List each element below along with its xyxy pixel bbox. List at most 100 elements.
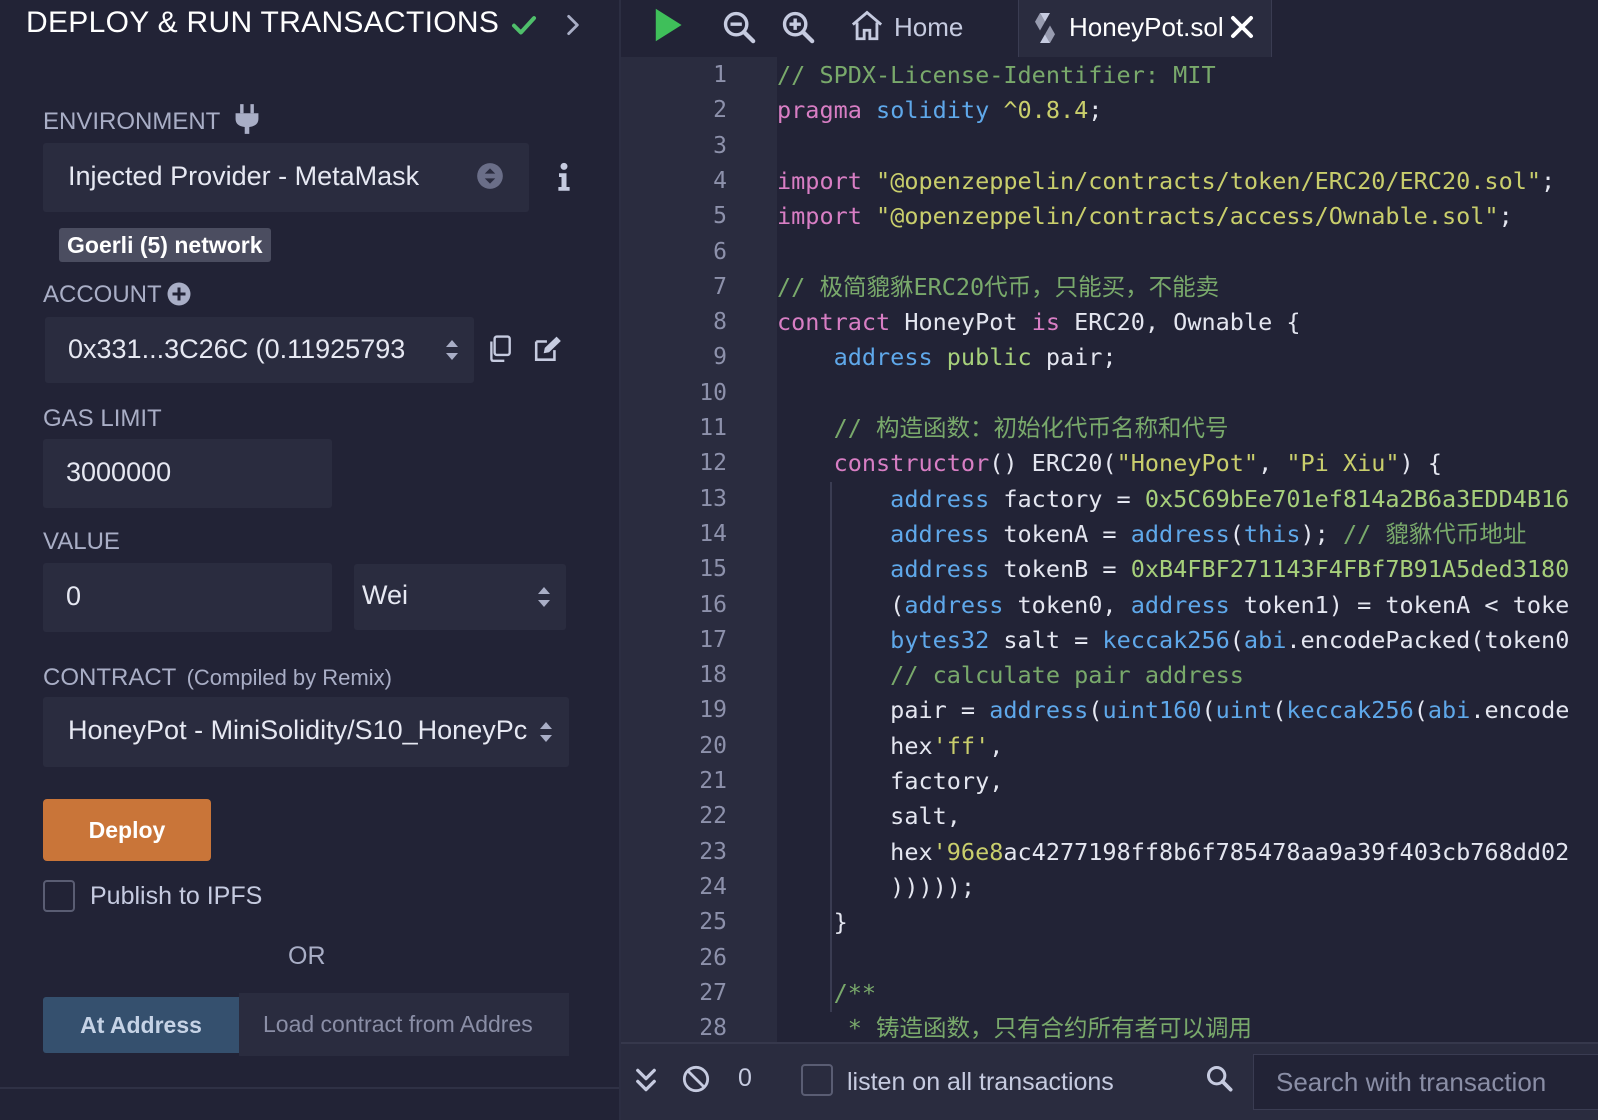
code-token: 0x5C69bEe701ef814a2B6a3EDD4B16 xyxy=(1144,484,1570,513)
code-line: // 极简貔貅ERC20代币，只能买，不能卖 xyxy=(777,270,1219,305)
plug-icon[interactable] xyxy=(233,103,261,135)
line-number: 13 xyxy=(699,485,727,512)
line-number: 16 xyxy=(699,591,727,618)
line-number: 7 xyxy=(713,273,727,300)
code-token: // 貔貅代币地址 xyxy=(1342,519,1527,548)
line-number: 17 xyxy=(699,626,727,653)
publish-ipfs-checkbox[interactable] xyxy=(43,880,75,912)
tab-honeypot-sol[interactable]: HoneyPot.sol xyxy=(1018,0,1272,57)
zoom-in-icon[interactable] xyxy=(781,10,815,44)
line-number: 23 xyxy=(699,838,727,865)
code-line: bytes32 salt = keccak256(abi.encodePacke… xyxy=(777,623,1569,658)
line-number: 21 xyxy=(699,768,727,794)
code-editor[interactable]: 1 2 3 4 5 6 7 8 9 10 11 12 13 14 15 16 17 18 19 20 21 22 23 24 2… xyxy=(621,57,1598,1042)
contract-label-text: CONTRACT xyxy=(43,664,176,691)
code-token: hex xyxy=(777,837,933,866)
code-token: ))))); xyxy=(777,872,976,901)
code-token: tokenA = xyxy=(1003,519,1131,548)
line-number: 2 xyxy=(713,97,727,124)
gas-limit-value: 3000000 xyxy=(66,457,172,487)
code-token: uint xyxy=(1215,696,1273,725)
code-line: hex'96e8ac4277198ff8b6f785478aa9a39f403c… xyxy=(777,835,1569,870)
value-unit-select[interactable]: Wei xyxy=(354,564,566,630)
tab-honeypot-label: HoneyPot.sol xyxy=(1069,12,1224,42)
code-line: // SPDX-License-Identifier: MIT xyxy=(777,58,1216,93)
code-token: ; xyxy=(1088,96,1103,125)
gas-limit-input[interactable]: 3000000 xyxy=(43,439,332,508)
line-number: 4 xyxy=(713,167,727,194)
tab-home-label: Home xyxy=(894,12,964,42)
code-token: pair = xyxy=(777,696,990,725)
search-icon[interactable] xyxy=(1205,1064,1233,1092)
code-line: constructor() ERC20("HoneyPot", "Pi Xiu"… xyxy=(777,446,1442,481)
code-line: address tokenB = 0xB4FBF271143F4FBf7B91A… xyxy=(777,552,1569,587)
contract-select[interactable]: HoneyPot - MiniSolidity/S10_HoneyPc xyxy=(43,697,569,767)
code-token: keccak256 xyxy=(1286,696,1414,725)
info-icon[interactable] xyxy=(554,162,574,192)
load-contract-input[interactable] xyxy=(239,993,569,1056)
terminal-bar: 0 listen on all transactions xyxy=(621,1042,1598,1120)
publish-ipfs-label: Publish to IPFS xyxy=(90,882,263,910)
value-input[interactable]: 0 xyxy=(43,563,332,632)
transaction-search-input[interactable] xyxy=(1253,1054,1598,1110)
tab-home[interactable]: Home xyxy=(850,0,1016,57)
deploy-run-panel: DEPLOY & RUN TRANSACTIONS ENVIRONMENT In… xyxy=(0,0,619,1120)
plus-circle-icon[interactable] xyxy=(167,282,191,306)
environment-select[interactable]: Injected Provider - MetaMask xyxy=(43,143,529,212)
select-arrows-icon xyxy=(477,163,503,189)
copy-icon[interactable] xyxy=(487,335,513,363)
code-token: pair; xyxy=(1045,343,1117,372)
code-token: pragma xyxy=(777,96,877,125)
code-token: ( xyxy=(777,590,905,619)
code-token: // calculate pair address xyxy=(777,661,1244,690)
value-amount: 0 xyxy=(66,581,82,611)
listen-all-checkbox[interactable] xyxy=(801,1064,833,1096)
account-select[interactable]: 0x331...3C26C (0.11925793 xyxy=(45,317,474,383)
home-icon xyxy=(851,10,883,41)
edit-icon[interactable] xyxy=(533,335,563,363)
code-token: abi xyxy=(1243,625,1287,654)
contract-label: CONTRACT (Compiled by Remix) xyxy=(43,664,392,692)
chevron-right-icon[interactable] xyxy=(560,12,586,38)
line-number: 20 xyxy=(699,732,727,759)
code-token: () ERC20( xyxy=(989,449,1117,478)
chevrons-down-icon[interactable] xyxy=(635,1066,657,1094)
contract-sublabel: (Compiled by Remix) xyxy=(186,665,392,690)
code-line: pair = address(uint160(uint(keccak256(ab… xyxy=(777,693,1569,728)
code-line: import "@openzeppelin/contracts/token/ER… xyxy=(777,164,1555,199)
line-gutter: 1 2 3 4 5 6 7 8 9 10 11 12 13 14 15 16 17 18 19 20 21 22 23 24 2… xyxy=(621,57,777,1042)
editor-tabbar: Home HoneyPot.sol xyxy=(621,0,1598,57)
run-icon[interactable] xyxy=(651,6,685,44)
deploy-button[interactable]: Deploy xyxy=(43,799,211,861)
code-line: (address token0, address token1) = token… xyxy=(777,588,1569,623)
code-line: } xyxy=(777,905,848,940)
line-number: 22 xyxy=(699,803,727,830)
clear-icon[interactable] xyxy=(682,1065,710,1093)
code-token: import xyxy=(777,166,877,195)
code-token: this xyxy=(1243,519,1301,548)
code-token: , xyxy=(1258,449,1287,478)
code-token: ( xyxy=(1229,519,1244,548)
line-number: 14 xyxy=(699,520,727,547)
code-token: abi xyxy=(1427,696,1471,725)
code-line: contract HoneyPot is ERC20, Ownable { xyxy=(777,305,1301,340)
code-token: address xyxy=(1130,590,1244,619)
line-number: 19 xyxy=(699,697,727,724)
code-token: ); xyxy=(1300,519,1343,548)
account-value: 0x331...3C26C (0.11925793 xyxy=(68,334,406,364)
code-line: import "@openzeppelin/contracts/access/O… xyxy=(777,199,1513,234)
code-token: 'ff' xyxy=(932,731,990,760)
code-line: factory, xyxy=(777,764,1003,799)
code-token: bytes32 xyxy=(777,625,1004,654)
value-unit: Wei xyxy=(362,580,409,610)
code-token: ) { xyxy=(1399,449,1442,478)
at-address-button[interactable]: At Address xyxy=(43,997,239,1053)
code-line: salt, xyxy=(777,799,961,834)
code-line: // calculate pair address xyxy=(777,658,1244,693)
close-icon[interactable] xyxy=(1230,15,1254,39)
code-token: hex xyxy=(777,731,933,760)
code-token: * 铸造函数，只有合约所有者可以调用 xyxy=(777,1014,1253,1042)
zoom-out-icon[interactable] xyxy=(722,10,756,44)
code-token: // 构造函数：初始化代币名称和代号 xyxy=(777,414,1229,442)
line-number: 9 xyxy=(713,344,727,371)
